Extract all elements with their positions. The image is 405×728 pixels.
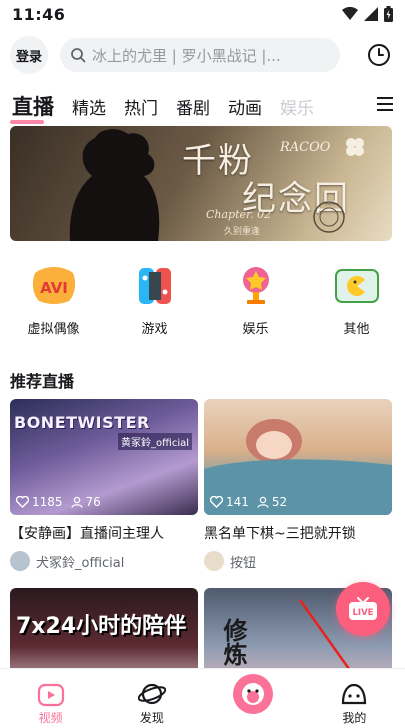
battery-icon xyxy=(384,6,393,22)
avi-icon: AVI xyxy=(30,264,78,308)
banner[interactable]: RACOO 千粉 纪念回 Chapter. 02 久别重逢 xyxy=(10,126,392,241)
tab-bangumi[interactable]: 番剧 xyxy=(176,94,210,119)
card-stats: 141 52 xyxy=(210,495,287,509)
clock-icon xyxy=(368,44,390,66)
card-owner[interactable]: 按钮 xyxy=(204,551,392,571)
card-stats: 1185 76 xyxy=(16,495,101,509)
center-avatar-button[interactable] xyxy=(233,674,274,714)
avatar xyxy=(204,551,224,571)
tv-icon xyxy=(333,264,381,308)
owner-name: 犬冢鈴_official xyxy=(36,555,125,571)
search-placeholder: 冰上的尤里 | 罗小黑战记 |... xyxy=(92,46,281,65)
status-icons xyxy=(342,6,393,22)
live-card[interactable]: BONETWISTER 黄冢鈴_official 1185 76 【安静画】直播… xyxy=(10,399,198,571)
login-button[interactable]: 登录 xyxy=(10,36,48,74)
tab-popular[interactable]: 热门 xyxy=(124,94,158,119)
live-card[interactable]: 141 52 黑名单下棋~三把就开锁 按钮 xyxy=(204,399,392,571)
banner-chapter: Chapter. 02 xyxy=(206,208,272,221)
clover-icon xyxy=(346,138,364,156)
card-owner[interactable]: 犬冢鈴_official xyxy=(10,551,198,571)
nav-label: 发现 xyxy=(139,711,164,725)
live-tv-icon: LIVE xyxy=(349,597,377,620)
status-time: 11:46 xyxy=(12,4,66,24)
heart-icon xyxy=(16,496,29,508)
nav-center[interactable] xyxy=(203,669,304,728)
section-title: 推荐直播 xyxy=(10,372,75,391)
profile-face-icon xyxy=(342,683,367,705)
planet-icon xyxy=(137,683,166,705)
card-title[interactable]: 黑名单下棋~三把就开锁 xyxy=(204,523,392,543)
channel-tabs: 直播 精选 热门 番剧 动画 娱乐 xyxy=(0,86,405,126)
svg-text:AVI: AVI xyxy=(40,279,68,297)
cover-title: BONETWISTER xyxy=(14,413,150,432)
tv-play-icon xyxy=(37,683,64,707)
search-bar[interactable]: 冰上的尤里 | 罗小黑战记 |... xyxy=(60,38,340,72)
badge-seal xyxy=(313,201,345,233)
category-virtual-idol[interactable]: AVI 虚拟偶像 xyxy=(5,264,102,340)
owner-name: 按钮 xyxy=(230,555,257,571)
live-cover[interactable]: BONETWISTER 黄冢鈴_official 1185 76 xyxy=(10,399,198,515)
viewers-count: 76 xyxy=(85,495,101,509)
likes-count: 1185 xyxy=(32,495,63,509)
banner-title-line1: 千粉 xyxy=(182,141,254,181)
tab-featured[interactable]: 精选 xyxy=(72,94,106,119)
heart-icon xyxy=(210,496,223,508)
tab-anime[interactable]: 动画 xyxy=(228,94,262,119)
cover-title: 修炼 xyxy=(219,618,247,666)
mascot-icon xyxy=(242,683,265,705)
category-game[interactable]: 游戏 xyxy=(106,264,203,340)
cover-tag: 黄冢鈴_official xyxy=(118,433,192,450)
game-console-icon xyxy=(131,264,179,308)
tab-entertainment[interactable]: 娱乐 xyxy=(280,94,314,119)
person-icon xyxy=(257,496,269,508)
nav-label: 视频 xyxy=(38,711,63,725)
live-fab-button[interactable]: LIVE xyxy=(336,582,390,636)
tabs-menu-button[interactable] xyxy=(369,94,395,118)
status-bar: 11:46 xyxy=(0,0,405,28)
silhouette-image xyxy=(69,129,160,241)
nav-discover[interactable]: 发现 xyxy=(101,669,202,728)
nav-label: 我的 xyxy=(342,711,367,725)
category-label: 娱乐 xyxy=(242,322,269,337)
viewers-count: 52 xyxy=(271,495,288,509)
wifi-icon xyxy=(342,7,358,20)
search-icon xyxy=(71,48,86,63)
menu-icon xyxy=(377,97,393,111)
live-fab-label: LIVE xyxy=(353,608,374,618)
nav-video[interactable]: 视频 xyxy=(0,669,101,728)
banner-caption: 久别重逢 xyxy=(224,227,261,237)
live-cover[interactable]: 141 52 xyxy=(204,399,392,515)
history-button[interactable] xyxy=(363,39,395,71)
category-entertainment[interactable]: 娱乐 xyxy=(207,264,304,340)
banner-subtitle: RACOO xyxy=(280,140,331,155)
category-other[interactable]: 其他 xyxy=(308,264,405,340)
avatar xyxy=(10,551,30,571)
tab-live[interactable]: 直播 xyxy=(10,91,54,124)
category-label: 游戏 xyxy=(141,322,168,337)
trophy-icon xyxy=(232,264,280,308)
cover-title: 7x24小时的陪伴 xyxy=(16,614,187,639)
signal-icon xyxy=(364,7,378,21)
header: 登录 冰上的尤里 | 罗小黑战记 |... xyxy=(0,36,405,74)
bottom-nav: 视频 发现 我的 xyxy=(0,668,405,728)
person-icon xyxy=(70,496,83,508)
card-title[interactable]: 【安静画】直播间主理人 xyxy=(10,523,198,543)
likes-count: 141 xyxy=(226,495,249,509)
nav-mine[interactable]: 我的 xyxy=(304,669,405,728)
category-label: 虚拟偶像 xyxy=(27,322,80,337)
category-label: 其他 xyxy=(343,322,370,337)
category-row: AVI 虚拟偶像 游戏 娱乐 其他 xyxy=(0,264,405,340)
